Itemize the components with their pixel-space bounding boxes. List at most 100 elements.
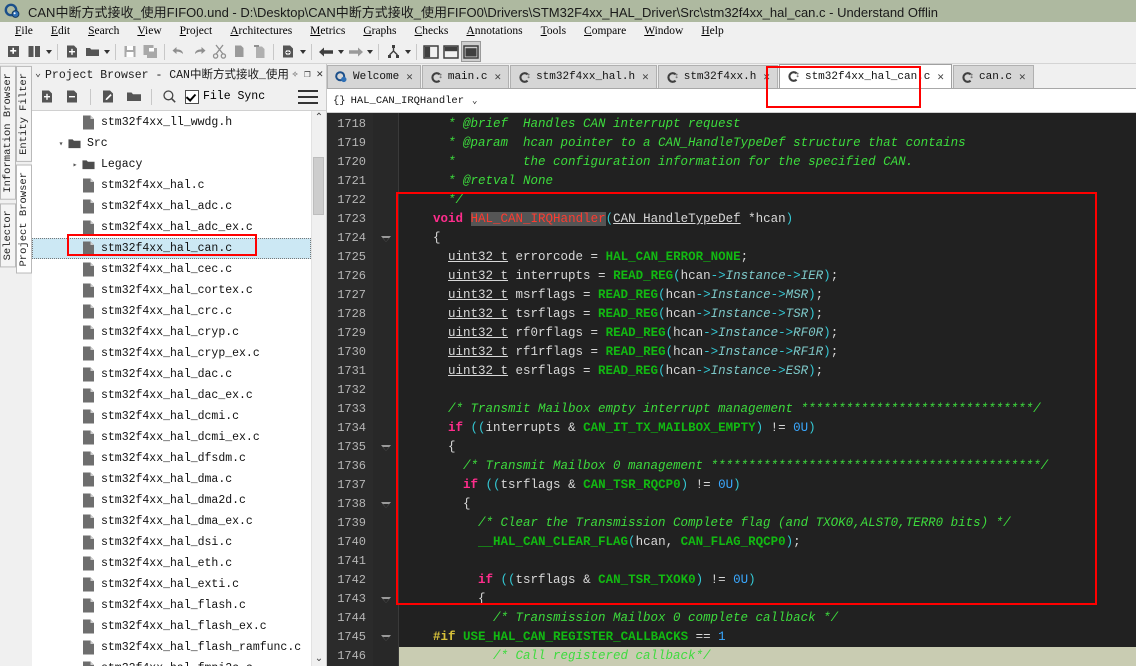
code-line[interactable]: /* Clear the Transmission Complete flag …: [399, 514, 1136, 533]
open-book-icon[interactable]: [24, 41, 44, 62]
analyze-icon[interactable]: [278, 41, 298, 62]
code-line[interactable]: [399, 552, 1136, 571]
editor-tab[interactable]: can.c ✕: [953, 65, 1034, 88]
code-line[interactable]: [399, 381, 1136, 400]
layout-single-icon[interactable]: [461, 41, 481, 62]
tree-item[interactable]: stm32f4xx_hal_exti.c: [32, 574, 311, 595]
tree-item[interactable]: stm32f4xx_hal_adc_ex.c: [32, 217, 311, 238]
code-folding-column[interactable]: [373, 113, 399, 666]
fold-marker[interactable]: [373, 628, 398, 647]
tree-item[interactable]: stm32f4xx_hal_can.c: [32, 238, 311, 259]
menu-item-search[interactable]: Search: [79, 22, 128, 40]
dropdown-caret-icon[interactable]: [102, 41, 111, 62]
code-line[interactable]: uint32_t tsrflags = READ_REG(hcan->Insta…: [399, 305, 1136, 324]
edit-filter-icon[interactable]: [97, 86, 120, 107]
code-line[interactable]: /* Transmit Mailbox empty interrupt mana…: [399, 400, 1136, 419]
dropdown-caret-icon[interactable]: [403, 41, 412, 62]
dropdown-caret-icon[interactable]: [44, 41, 53, 62]
code-line[interactable]: {: [399, 438, 1136, 457]
code-line[interactable]: */: [399, 191, 1136, 210]
code-line[interactable]: uint32_t rf1rflags = READ_REG(hcan->Inst…: [399, 343, 1136, 362]
tree-item[interactable]: ▾ Src: [32, 133, 311, 154]
tree-item[interactable]: stm32f4xx_hal_fmpi2c.c: [32, 658, 311, 666]
code-text[interactable]: * @brief Handles CAN interrupt request *…: [399, 113, 1136, 666]
tree-item[interactable]: ▸ Legacy: [32, 154, 311, 175]
undo-icon[interactable]: [169, 41, 189, 62]
project-tree-scrollbar[interactable]: ⌃ ⌄: [311, 111, 326, 666]
copy-icon[interactable]: [229, 41, 249, 62]
menu-item-edit[interactable]: Edit: [42, 22, 79, 40]
pin-icon[interactable]: ✧: [289, 67, 301, 81]
fold-marker[interactable]: [373, 495, 398, 514]
collapse-arrow-icon[interactable]: ▸: [68, 160, 82, 170]
code-line[interactable]: if ((tsrflags & CAN_TSR_TXOK0) != 0U): [399, 571, 1136, 590]
fold-triangle-icon[interactable]: [380, 596, 391, 603]
close-tab-icon[interactable]: ✕: [937, 70, 944, 84]
new-project-icon[interactable]: [4, 41, 24, 62]
tree-item[interactable]: stm32f4xx_hal_dma2d.c: [32, 490, 311, 511]
code-line[interactable]: uint32_t interrupts = READ_REG(hcan->Ins…: [399, 267, 1136, 286]
tree-item[interactable]: stm32f4xx_hal_dfsdm.c: [32, 448, 311, 469]
code-line[interactable]: * @param hcan pointer to a CAN_HandleTyp…: [399, 134, 1136, 153]
save-icon[interactable]: [120, 41, 140, 62]
close-tab-icon[interactable]: ✕: [763, 70, 770, 84]
code-line[interactable]: uint32_t msrflags = READ_REG(hcan->Insta…: [399, 286, 1136, 305]
vtab-information-browser[interactable]: Information Browser: [0, 66, 16, 200]
code-line[interactable]: #if USE_HAL_CAN_REGISTER_CALLBACKS == 1: [399, 628, 1136, 647]
code-line[interactable]: uint32_t esrflags = READ_REG(hcan->Insta…: [399, 362, 1136, 381]
fold-triangle-icon[interactable]: [380, 444, 391, 451]
code-line[interactable]: if ((interrupts & CAN_IT_TX_MAILBOX_EMPT…: [399, 419, 1136, 438]
menu-item-metrics[interactable]: Metrics: [301, 22, 354, 40]
menu-item-help[interactable]: Help: [692, 22, 732, 40]
vtab-selector[interactable]: Selector: [0, 202, 16, 268]
editor-tab[interactable]: stm32f4xx_hal.h ✕: [510, 65, 657, 88]
scroll-up-arrow[interactable]: ⌃: [315, 111, 323, 125]
code-view[interactable]: 1718 1719 1720 1721 1722 1723 1724 1725 1726 1727…: [327, 113, 1136, 666]
fold-marker[interactable]: [373, 438, 398, 457]
expand-arrow-icon[interactable]: ▾: [54, 139, 68, 149]
code-line[interactable]: {: [399, 590, 1136, 609]
code-line[interactable]: * @retval None: [399, 172, 1136, 191]
code-line[interactable]: /* Call registered callback*/: [399, 647, 1136, 666]
tree-item[interactable]: stm32f4xx_hal_dsi.c: [32, 532, 311, 553]
new-file-icon[interactable]: [62, 41, 82, 62]
tree-item[interactable]: stm32f4xx_hal_dma_ex.c: [32, 511, 311, 532]
tree-item[interactable]: stm32f4xx_hal_dcmi_ex.c: [32, 427, 311, 448]
code-line[interactable]: uint32_t errorcode = HAL_CAN_ERROR_NONE;: [399, 248, 1136, 267]
breadcrumb[interactable]: {} HAL_CAN_IRQHandler ⌄: [333, 95, 477, 107]
tree-item[interactable]: stm32f4xx_hal.c: [32, 175, 311, 196]
dropdown-caret-icon[interactable]: [336, 41, 345, 62]
redo-icon[interactable]: [189, 41, 209, 62]
menu-item-annotations[interactable]: Annotations: [457, 22, 531, 40]
close-tab-icon[interactable]: ✕: [642, 70, 649, 84]
chevron-down-icon[interactable]: ⌄: [472, 96, 477, 106]
tree-item[interactable]: stm32f4xx_hal_dac.c: [32, 364, 311, 385]
code-line[interactable]: * the configuration information for the …: [399, 153, 1136, 172]
project-tree[interactable]: stm32f4xx_ll_wwdg.h ▾ Src ▸ Legacy stm32f4xx_…: [32, 111, 311, 666]
save-all-icon[interactable]: [140, 41, 160, 62]
scrollbar-thumb[interactable]: [313, 157, 324, 215]
code-line[interactable]: __HAL_CAN_CLEAR_FLAG(hcan, CAN_FLAG_RQCP…: [399, 533, 1136, 552]
code-line[interactable]: /* Transmission Mailbox 0 complete callb…: [399, 609, 1136, 628]
code-line[interactable]: {: [399, 495, 1136, 514]
collapse-chevron-icon[interactable]: ⌄: [35, 68, 41, 80]
menu-item-window[interactable]: Window: [635, 22, 692, 40]
open-folder-icon[interactable]: [122, 86, 145, 107]
float-window-icon[interactable]: ❐: [301, 67, 313, 81]
close-tab-icon[interactable]: ✕: [494, 70, 501, 84]
fold-triangle-icon[interactable]: [380, 634, 391, 641]
search-icon[interactable]: [158, 86, 181, 107]
menu-item-tools[interactable]: Tools: [532, 22, 575, 40]
vtab-entity-filter[interactable]: Entity Filter: [16, 66, 32, 162]
dropdown-caret-icon[interactable]: [365, 41, 374, 62]
tree-item[interactable]: stm32f4xx_hal_cryp.c: [32, 322, 311, 343]
menu-item-view[interactable]: View: [128, 22, 170, 40]
tree-item[interactable]: stm32f4xx_hal_dcmi.c: [32, 406, 311, 427]
hamburger-menu-icon[interactable]: [298, 89, 318, 104]
tree-item[interactable]: stm32f4xx_hal_eth.c: [32, 553, 311, 574]
close-panel-icon[interactable]: ✕: [314, 67, 326, 81]
code-line[interactable]: if ((tsrflags & CAN_TSR_RQCP0) != 0U): [399, 476, 1136, 495]
layout-vertical-split-icon[interactable]: [421, 41, 441, 62]
file-sync-toggle[interactable]: File Sync: [185, 89, 265, 104]
graph-icon[interactable]: [383, 41, 403, 62]
